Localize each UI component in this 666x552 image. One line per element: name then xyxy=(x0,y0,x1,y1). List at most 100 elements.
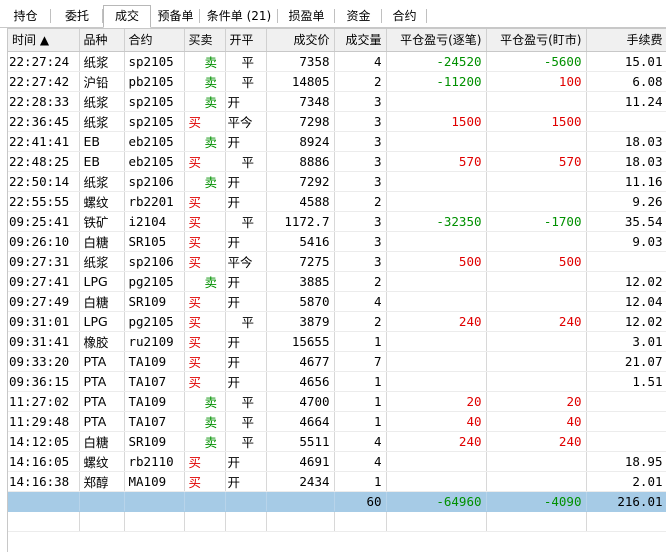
table-row[interactable]: 14:12:05 白糖 SR109 卖平 5511 4 240 240 xyxy=(8,431,666,452)
table-row[interactable]: 22:28:33 纸浆 sp2105 卖开 7348 3 11.24 xyxy=(8,91,666,112)
trade-fee: 9.26 xyxy=(586,191,666,212)
table-row[interactable]: 09:27:41 LPG pg2105 卖开 3885 2 12.02 xyxy=(8,271,666,292)
total-empty-4 xyxy=(184,491,226,512)
trade-open-close: 开 xyxy=(225,271,267,292)
tab-positions[interactable]: 持仓 xyxy=(0,6,51,26)
trade-open-close: 平 xyxy=(225,391,267,412)
trade-time: 09:27:31 xyxy=(8,251,80,272)
table-row[interactable]: 22:27:24 纸浆 sp2105 卖平 7358 4 -24520 -5600 15.01 xyxy=(8,51,666,72)
table-row[interactable]: 14:16:05 螺纹 rb2110 买开 4691 4 18.95 xyxy=(8,451,666,472)
trade-price: 7275 xyxy=(266,251,335,272)
table-row[interactable]: 22:36:45 纸浆 sp2105 买平今 7298 3 1500 1500 xyxy=(8,111,666,132)
trade-open-close: 平 xyxy=(225,51,267,72)
tab-stop-profit-orders[interactable]: 损盈单 xyxy=(278,6,335,26)
trade-pnl-mark: 1500 xyxy=(486,111,587,132)
col-open-close[interactable]: 开平 xyxy=(225,29,267,52)
trade-volume: 7 xyxy=(334,351,387,372)
empty-cell xyxy=(266,511,335,532)
trade-pnl-mark: 570 xyxy=(486,151,587,172)
tab-orders[interactable]: 委托 xyxy=(51,6,103,26)
trade-open-close: 平 xyxy=(225,211,267,232)
trade-direction: 买 xyxy=(184,251,226,272)
tab-prepared-orders[interactable]: 预备单 xyxy=(151,6,200,26)
trade-pnl-trade: 1500 xyxy=(386,111,487,132)
tab-contracts[interactable]: 合约 xyxy=(382,6,427,26)
table-row[interactable]: 14:16:38 郑醇 MA109 买开 2434 1 2.01 xyxy=(8,471,666,492)
tab-trades[interactable]: 成交 xyxy=(103,5,151,28)
tab-conditional-orders[interactable]: 条件单 (21) xyxy=(200,6,278,26)
trade-time: 22:27:24 xyxy=(8,51,80,72)
trade-volume: 3 xyxy=(334,251,387,272)
trade-direction: 买 xyxy=(184,451,226,472)
table-row[interactable]: 11:27:02 PTA TA109 卖平 4700 1 20 20 xyxy=(8,391,666,412)
trade-pnl-mark: 100 xyxy=(486,71,587,92)
table-row[interactable]: 11:29:48 PTA TA107 卖平 4664 1 40 40 xyxy=(8,411,666,432)
total-empty-2 xyxy=(79,491,125,512)
trade-volume: 3 xyxy=(334,131,387,152)
trade-product: 橡胶 xyxy=(79,331,125,352)
trade-volume: 4 xyxy=(334,431,387,452)
trade-time: 14:12:05 xyxy=(8,431,80,452)
trade-pnl-trade xyxy=(386,131,487,152)
trade-time: 09:27:41 xyxy=(8,271,80,292)
trade-volume: 3 xyxy=(334,231,387,252)
trade-pnl-mark xyxy=(486,171,587,192)
tab-funds[interactable]: 资金 xyxy=(335,6,382,26)
table-row[interactable]: 22:55:55 螺纹 rb2201 买开 4588 2 9.26 xyxy=(8,191,666,212)
trade-product: 纸浆 xyxy=(79,251,125,272)
trade-product: EB xyxy=(79,131,125,152)
table-row[interactable]: 09:26:10 白糖 SR105 买开 5416 3 9.03 xyxy=(8,231,666,252)
col-contract[interactable]: 合约 xyxy=(124,29,185,52)
col-pnl-trade[interactable]: 平仓盈亏(逐笔) xyxy=(386,29,487,52)
trade-price: 5416 xyxy=(266,231,335,252)
table-row[interactable]: 09:25:41 铁矿 i2104 买平 1172.7 3 -32350 -1700 35.54 xyxy=(8,211,666,232)
col-price[interactable]: 成交价 xyxy=(266,29,335,52)
trade-contract: rb2110 xyxy=(124,451,185,472)
trade-time: 22:41:41 xyxy=(8,131,80,152)
trade-open-close: 开 xyxy=(225,351,267,372)
trade-pnl-mark xyxy=(486,91,587,112)
table-row[interactable]: 22:50:14 纸浆 sp2106 卖开 7292 3 11.16 xyxy=(8,171,666,192)
trade-fee: 35.54 xyxy=(586,211,666,232)
trade-direction: 买 xyxy=(184,311,226,332)
trade-pnl-mark xyxy=(486,471,587,492)
col-product[interactable]: 品种 xyxy=(79,29,125,52)
trade-time: 14:16:38 xyxy=(8,471,80,492)
trade-pnl-mark: 40 xyxy=(486,411,587,432)
trade-direction: 买 xyxy=(184,151,226,172)
trade-contract: eb2105 xyxy=(124,131,185,152)
table-row[interactable]: 22:27:42 沪铅 pb2105 卖平 14805 2 -11200 100 6.08 xyxy=(8,71,666,92)
trade-open-close: 平今 xyxy=(225,111,267,132)
trade-contract: pg2105 xyxy=(124,311,185,332)
trade-contract: TA107 xyxy=(124,411,185,432)
trade-product: 白糖 xyxy=(79,291,125,312)
table-row[interactable]: 09:31:41 橡胶 ru2109 买开 15655 1 3.01 xyxy=(8,331,666,352)
table-row[interactable]: 22:48:25 EB eb2105 买平 8886 3 570 570 18.03 xyxy=(8,151,666,172)
trade-pnl-trade: 570 xyxy=(386,151,487,172)
trade-open-close: 平 xyxy=(225,411,267,432)
trade-contract: TA107 xyxy=(124,371,185,392)
trade-pnl-trade: -11200 xyxy=(386,71,487,92)
trade-time: 22:48:25 xyxy=(8,151,80,172)
trade-product: EB xyxy=(79,151,125,172)
trade-fee: 12.02 xyxy=(586,271,666,292)
trade-volume: 4 xyxy=(334,51,387,72)
col-pnl-mark[interactable]: 平仓盈亏(盯市) xyxy=(486,29,587,52)
table-row[interactable]: 09:33:20 PTA TA109 买开 4677 7 21.07 xyxy=(8,351,666,372)
col-time[interactable]: 时间 ▲ xyxy=(8,29,80,52)
table-row[interactable]: 09:31:01 LPG pg2105 买平 3879 2 240 240 12.02 xyxy=(8,311,666,332)
trade-volume: 2 xyxy=(334,271,387,292)
trade-open-close: 平 xyxy=(225,151,267,172)
trade-price: 15655 xyxy=(266,331,335,352)
trade-price: 4588 xyxy=(266,191,335,212)
empty-cell xyxy=(486,511,587,532)
trade-pnl-mark xyxy=(486,291,587,312)
table-row[interactable]: 09:27:49 白糖 SR109 买开 5870 4 12.04 xyxy=(8,291,666,312)
tab-bar: 持仓 委托 成交 预备单 条件单 (21) 损盈单 资金 合约 xyxy=(0,0,666,28)
col-fee[interactable]: 手续费 xyxy=(586,29,666,52)
col-direction[interactable]: 买卖 xyxy=(184,29,226,52)
col-volume[interactable]: 成交量 xyxy=(334,29,387,52)
table-row[interactable]: 09:36:15 PTA TA107 买开 4656 1 1.51 xyxy=(8,371,666,392)
table-row[interactable]: 22:41:41 EB eb2105 卖开 8924 3 18.03 xyxy=(8,131,666,152)
table-row[interactable]: 09:27:31 纸浆 sp2106 买平今 7275 3 500 500 xyxy=(8,251,666,272)
